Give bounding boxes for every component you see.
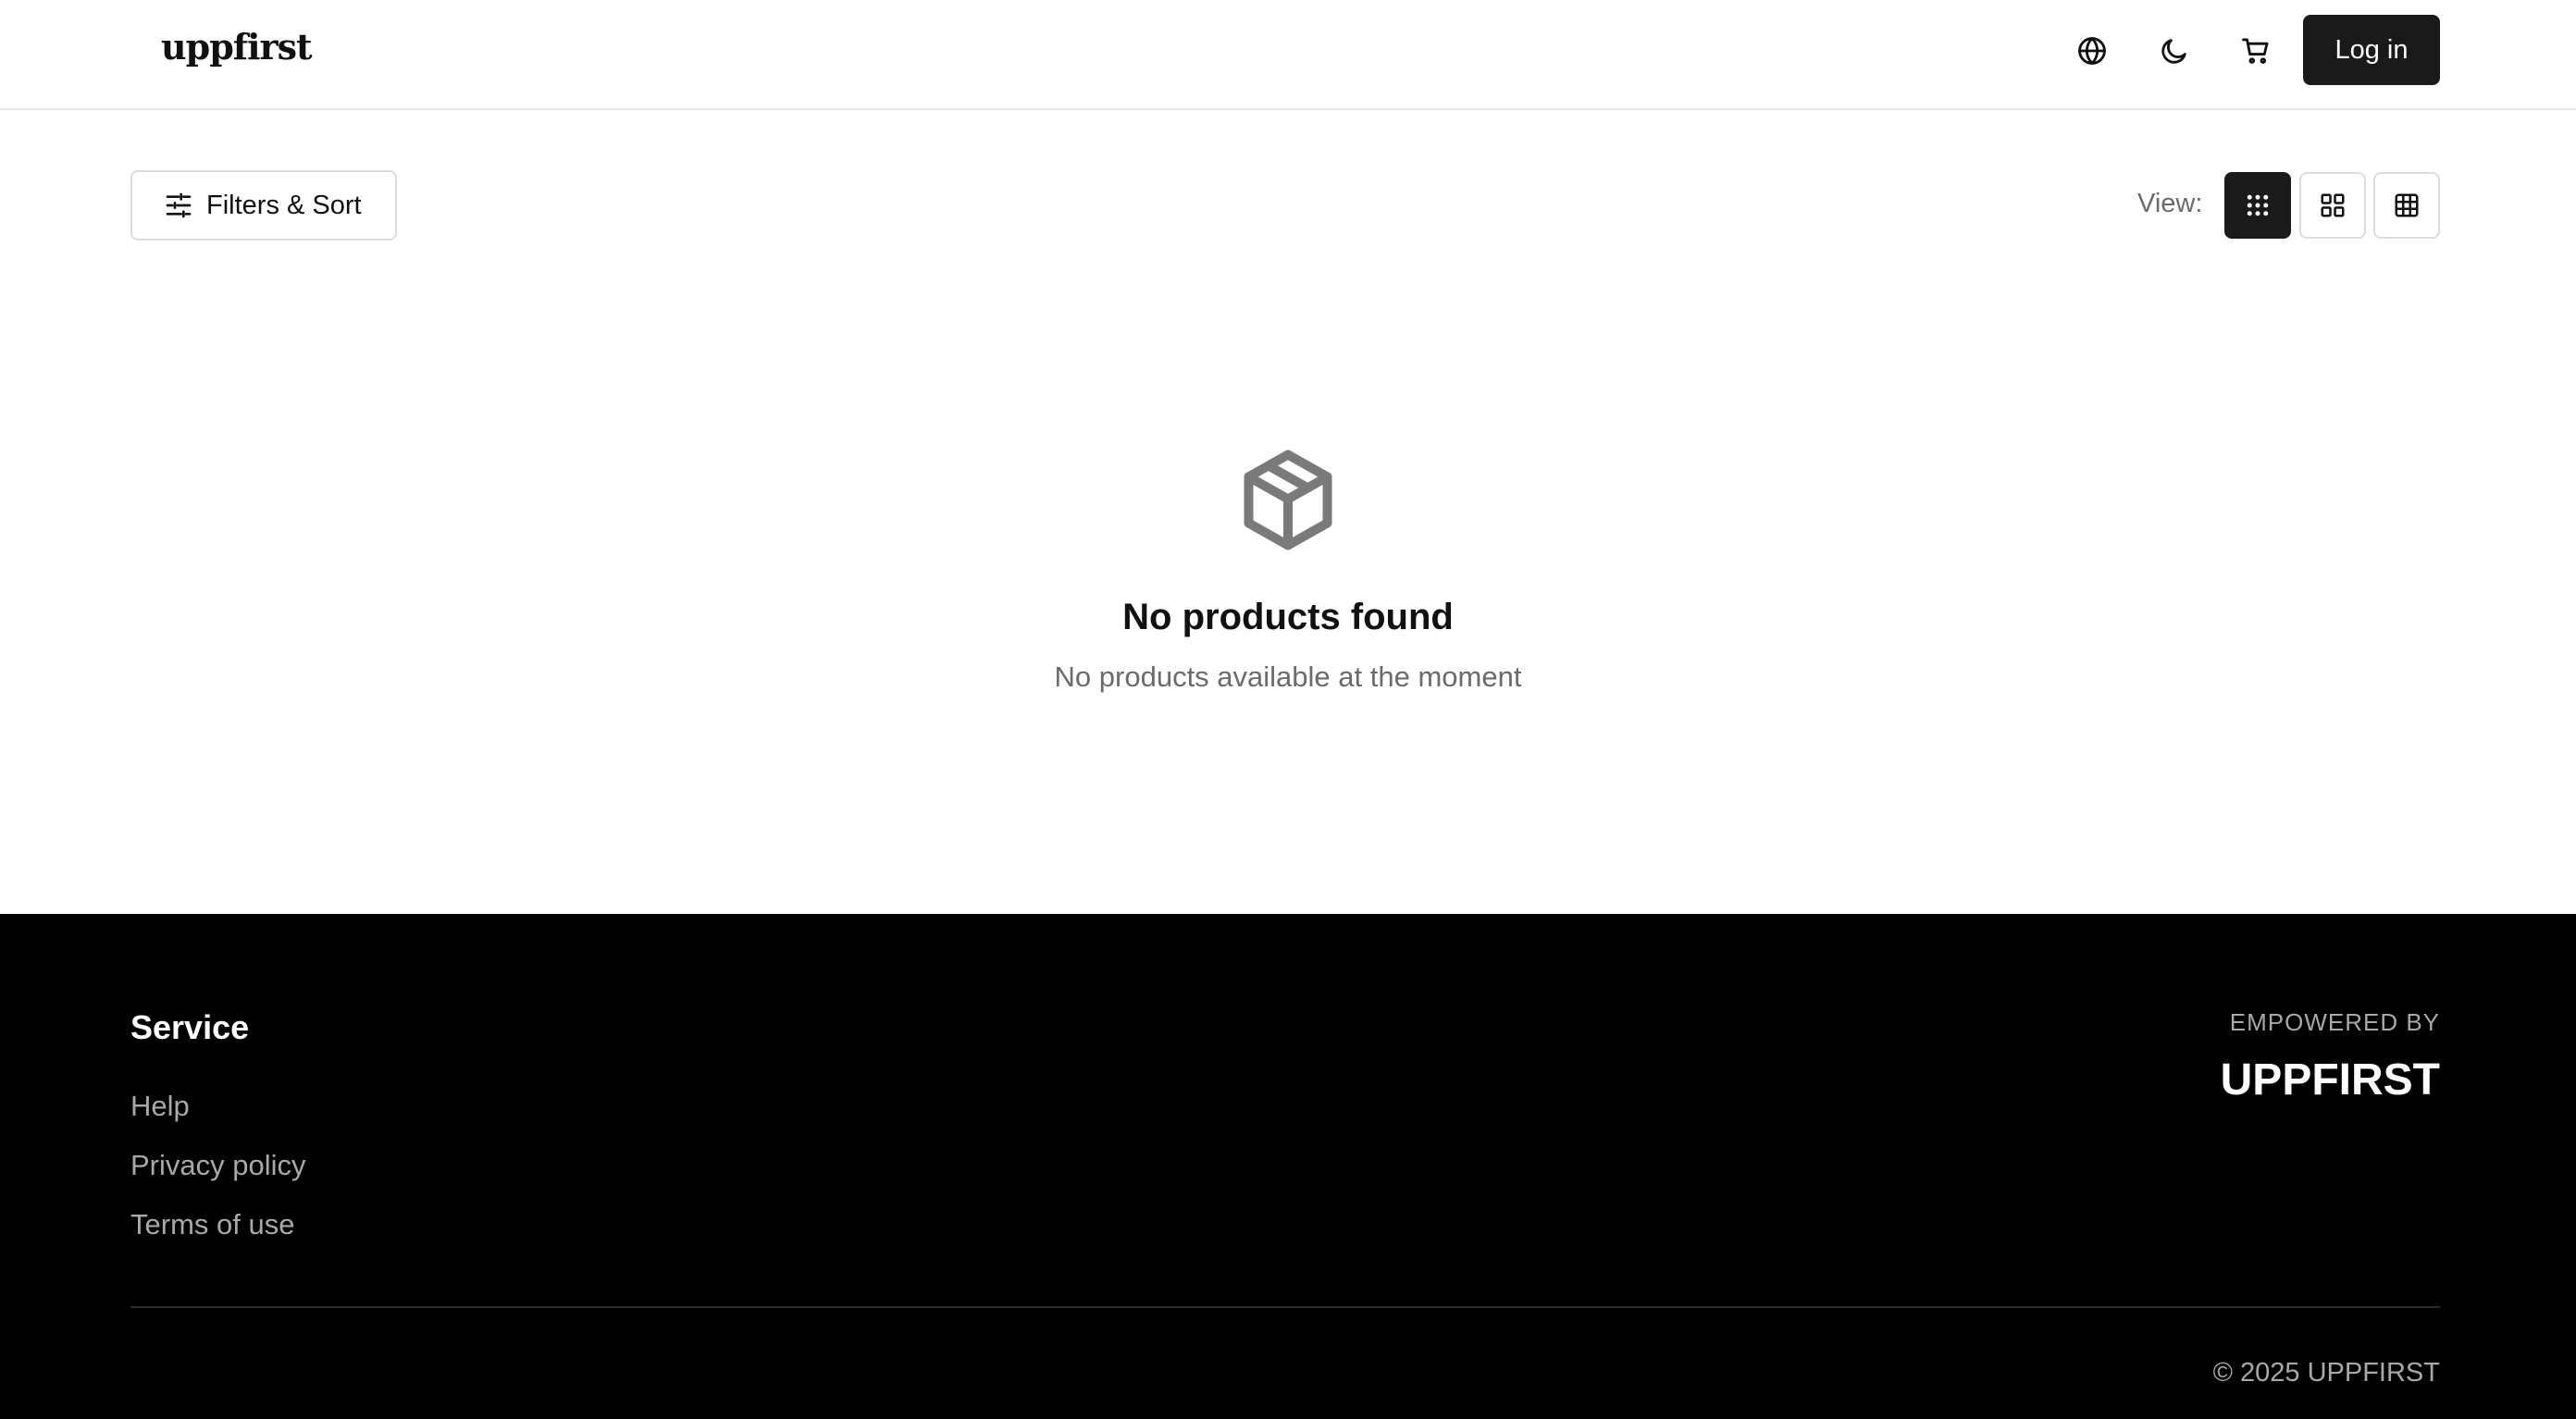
- sliders-icon: [166, 192, 192, 218]
- site-header: uppfirst Log in: [0, 0, 2576, 110]
- login-button[interactable]: Log in: [2303, 15, 2440, 85]
- globe-icon[interactable]: [2070, 29, 2114, 73]
- view-dots-grid-button[interactable]: [2224, 172, 2291, 239]
- view-label: View:: [2137, 189, 2203, 218]
- grid-icon: [2321, 193, 2345, 217]
- empowered-by-label: EMPOWERED BY: [2229, 1008, 2440, 1036]
- moon-icon[interactable]: [2152, 29, 2197, 73]
- filters-sort-button[interactable]: Filters & Sort: [130, 170, 397, 241]
- footer-link-privacy-policy[interactable]: Privacy policy: [130, 1149, 306, 1182]
- footer-brand[interactable]: UPPFIRST: [2221, 1055, 2440, 1105]
- footer-divider: [130, 1306, 2440, 1308]
- dots-grid-icon: [2247, 194, 2269, 216]
- footer-link-terms-of-use[interactable]: Terms of use: [130, 1208, 294, 1241]
- view-table-grid-button[interactable]: [2373, 172, 2440, 239]
- footer-link-help[interactable]: Help: [130, 1090, 190, 1123]
- site-footer: Service Help Privacy policy Terms of use…: [0, 914, 2576, 1419]
- view-large-grid-button[interactable]: [2299, 172, 2366, 239]
- cart-icon[interactable]: [2234, 29, 2278, 73]
- copyright-text: © 2025 UPPFIRST: [2212, 1358, 2440, 1388]
- brand-logo[interactable]: uppfirst: [161, 26, 313, 68]
- footer-service-title: Service: [130, 1008, 250, 1046]
- empty-state-subtitle: No products available at the moment: [1054, 660, 1522, 693]
- empty-state: No products found No products available …: [0, 444, 2576, 694]
- table-icon: [2395, 193, 2419, 217]
- box-icon: [1244, 450, 1332, 550]
- empty-state-title: No products found: [1122, 597, 1454, 637]
- filters-sort-label: Filters & Sort: [206, 190, 362, 220]
